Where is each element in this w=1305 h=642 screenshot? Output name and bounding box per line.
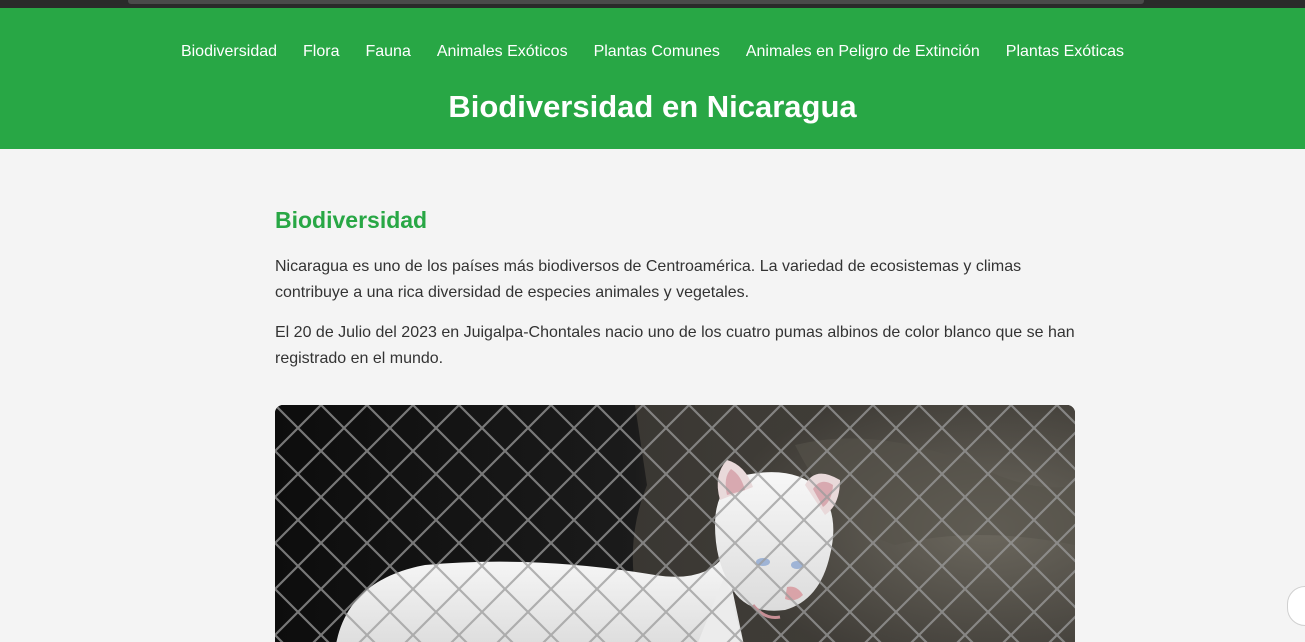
intro-paragraph: Nicaragua es uno de los países más biodi… [275,258,1022,301]
browser-top-strip [0,0,1305,8]
section-heading: Biodiversidad [275,207,428,233]
main-navigation: Biodiversidad Flora Fauna Animales Exóticos… [0,41,1305,63]
puma-paragraph: El 20 de Julio del 2023 en Juigalpa-Chon… [275,324,1075,367]
nav-link-animales-peligro-extincion[interactable]: Animales en Peligro de Extinción [746,41,980,63]
albino-puma-photo [275,405,1075,642]
scroll-to-top-button[interactable] [1287,586,1305,626]
browser-top-bar [128,0,1144,4]
nav-link-flora[interactable]: Flora [303,41,339,63]
main-content: Biodiversidad Nicaragua es uno de los pa… [275,149,1075,372]
nav-link-animales-exoticos[interactable]: Animales Exóticos [437,41,568,63]
nav-link-fauna[interactable]: Fauna [365,41,410,63]
page-title: Biodiversidad en Nicaragua [448,89,857,124]
nav-link-biodiversidad[interactable]: Biodiversidad [181,41,277,63]
nav-link-plantas-comunes[interactable]: Plantas Comunes [594,41,720,63]
site-header: Biodiversidad Flora Fauna Animales Exóticos… [0,8,1305,149]
nav-link-plantas-exoticas[interactable]: Plantas Exóticas [1006,41,1124,63]
